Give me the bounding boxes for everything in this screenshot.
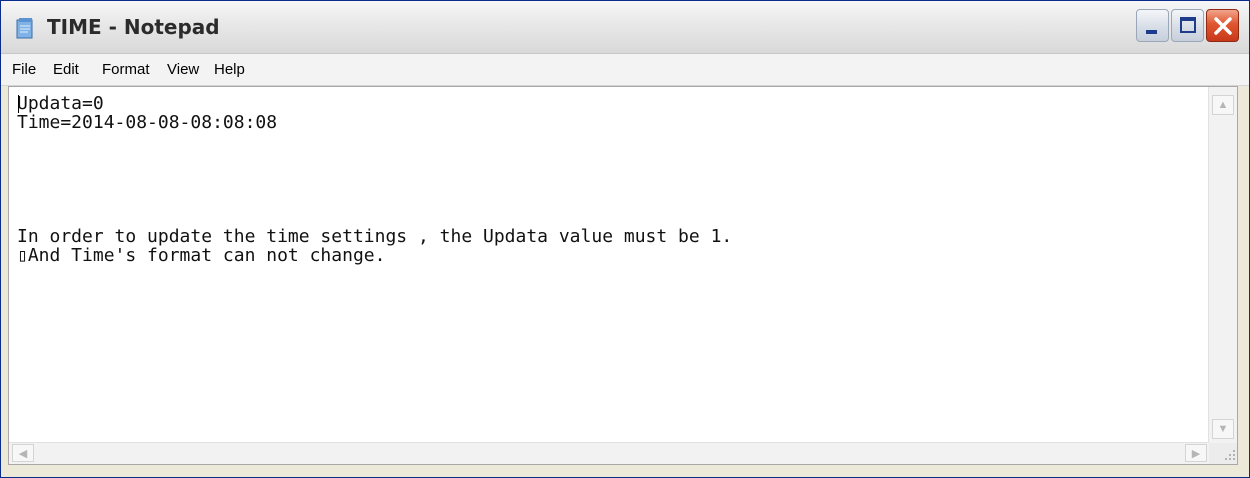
close-button[interactable] [1206, 9, 1239, 42]
horizontal-scrollbar[interactable]: ◀ ▶ [9, 442, 1209, 464]
scroll-up-button[interactable]: ▲ [1212, 95, 1234, 115]
vertical-scrollbar[interactable]: ▲ ▼ [1208, 87, 1237, 443]
menu-bar: File Edit Format View Help [1, 54, 1249, 86]
chevron-left-icon: ◀ [18, 448, 28, 460]
resize-grip-icon[interactable] [1209, 443, 1237, 464]
text-caret [18, 95, 19, 113]
notepad-window: TIME - Notepad File Edit Format View Hel… [0, 0, 1250, 478]
menu-edit[interactable]: Edit [53, 61, 79, 78]
chevron-up-icon: ▲ [1217, 99, 1229, 111]
chevron-down-icon: ▼ [1217, 423, 1229, 435]
menu-file[interactable]: File [12, 61, 36, 78]
menu-view[interactable]: View [167, 61, 199, 78]
window-title: TIME - Notepad [47, 15, 220, 39]
text-editor[interactable]: Updata=0 Time=2014-08-08-08:08:08 In ord… [8, 86, 1238, 465]
maximize-button[interactable] [1171, 9, 1204, 42]
scroll-down-button[interactable]: ▼ [1212, 419, 1234, 439]
scroll-right-button[interactable]: ▶ [1185, 444, 1207, 462]
menu-help[interactable]: Help [214, 61, 245, 78]
close-icon [1214, 17, 1232, 35]
maximize-icon [1180, 17, 1196, 33]
title-bar[interactable]: TIME - Notepad [1, 1, 1249, 54]
minimize-icon [1146, 30, 1157, 34]
menu-format[interactable]: Format [102, 61, 150, 78]
minimize-button[interactable] [1136, 9, 1169, 42]
editor-text[interactable]: Updata=0 Time=2014-08-08-08:08:08 In ord… [17, 94, 1207, 444]
chevron-right-icon: ▶ [1191, 448, 1201, 460]
notepad-icon[interactable] [15, 17, 35, 39]
scroll-left-button[interactable]: ◀ [12, 444, 34, 462]
